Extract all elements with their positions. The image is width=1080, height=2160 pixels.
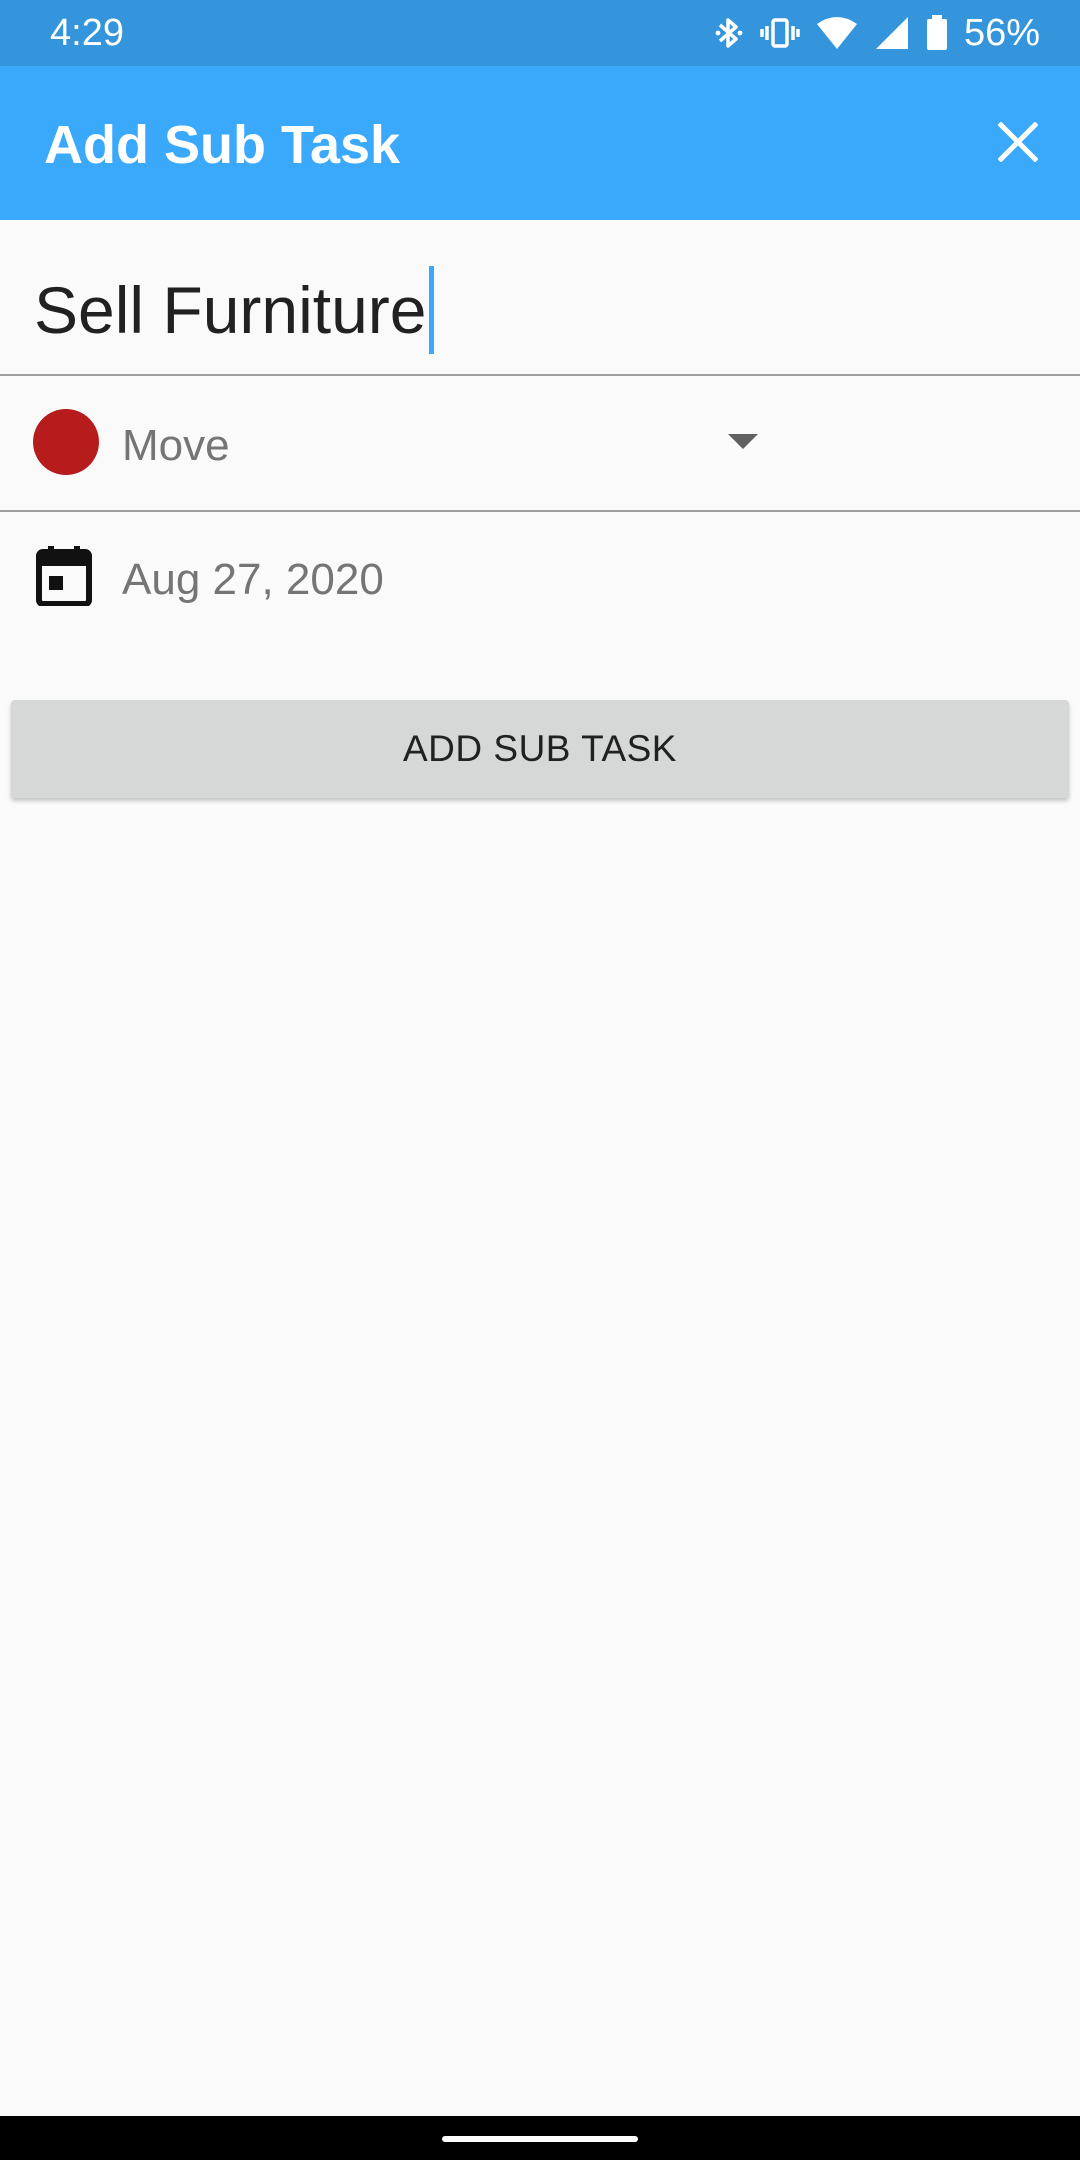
status-time: 4:29 [50,12,124,54]
add-sub-task-screen: 4:29 56% Add Sub Task Sell Furniture Mov… [0,0,1080,2160]
task-name-input[interactable]: Sell Furniture [34,266,434,354]
close-button[interactable] [976,102,1060,186]
dropdown-arrow-icon [728,434,758,449]
battery-icon [926,15,948,51]
vibrate-icon [760,15,800,51]
project-select[interactable]: Move [0,376,1080,512]
home-gesture-handle[interactable] [442,2136,638,2142]
wifi-icon [816,16,858,50]
project-color-dot [33,409,99,475]
task-name-field[interactable]: Sell Furniture [0,220,1080,376]
add-sub-task-button[interactable]: ADD SUB TASK [11,700,1069,798]
task-name-value: Sell Furniture [34,273,427,347]
battery-percent: 56% [963,12,1040,54]
project-label: Move [122,421,230,470]
navigation-bar [0,2116,1080,2160]
text-cursor [428,266,434,354]
page-title: Add Sub Task [44,115,401,175]
app-bar: Add Sub Task [0,66,1080,220]
due-date-value: Aug 27, 2020 [122,555,384,604]
bluetooth-icon [714,15,744,51]
close-icon [997,120,1039,167]
calendar-icon [36,546,92,611]
due-date-picker[interactable]: Aug 27, 2020 [0,512,1080,646]
status-bar: 4:29 56% [0,0,1080,66]
cell-signal-icon [874,16,910,50]
status-icons: 56% [714,10,1040,56]
